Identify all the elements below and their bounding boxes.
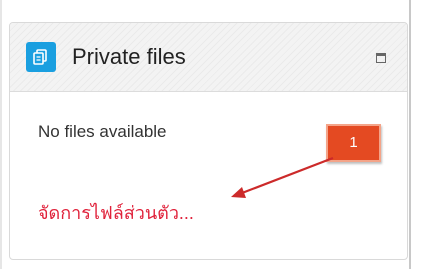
block-title: Private files	[72, 44, 186, 69]
manage-private-files-link[interactable]: จัดการไฟล์ส่วนตัว...	[38, 201, 194, 225]
block-header: Private files	[10, 23, 407, 92]
empty-message: No files available	[38, 122, 167, 141]
files-icon	[26, 42, 56, 72]
annotation-callout: 1	[326, 124, 381, 162]
collapse-minus-icon[interactable]	[376, 53, 386, 63]
